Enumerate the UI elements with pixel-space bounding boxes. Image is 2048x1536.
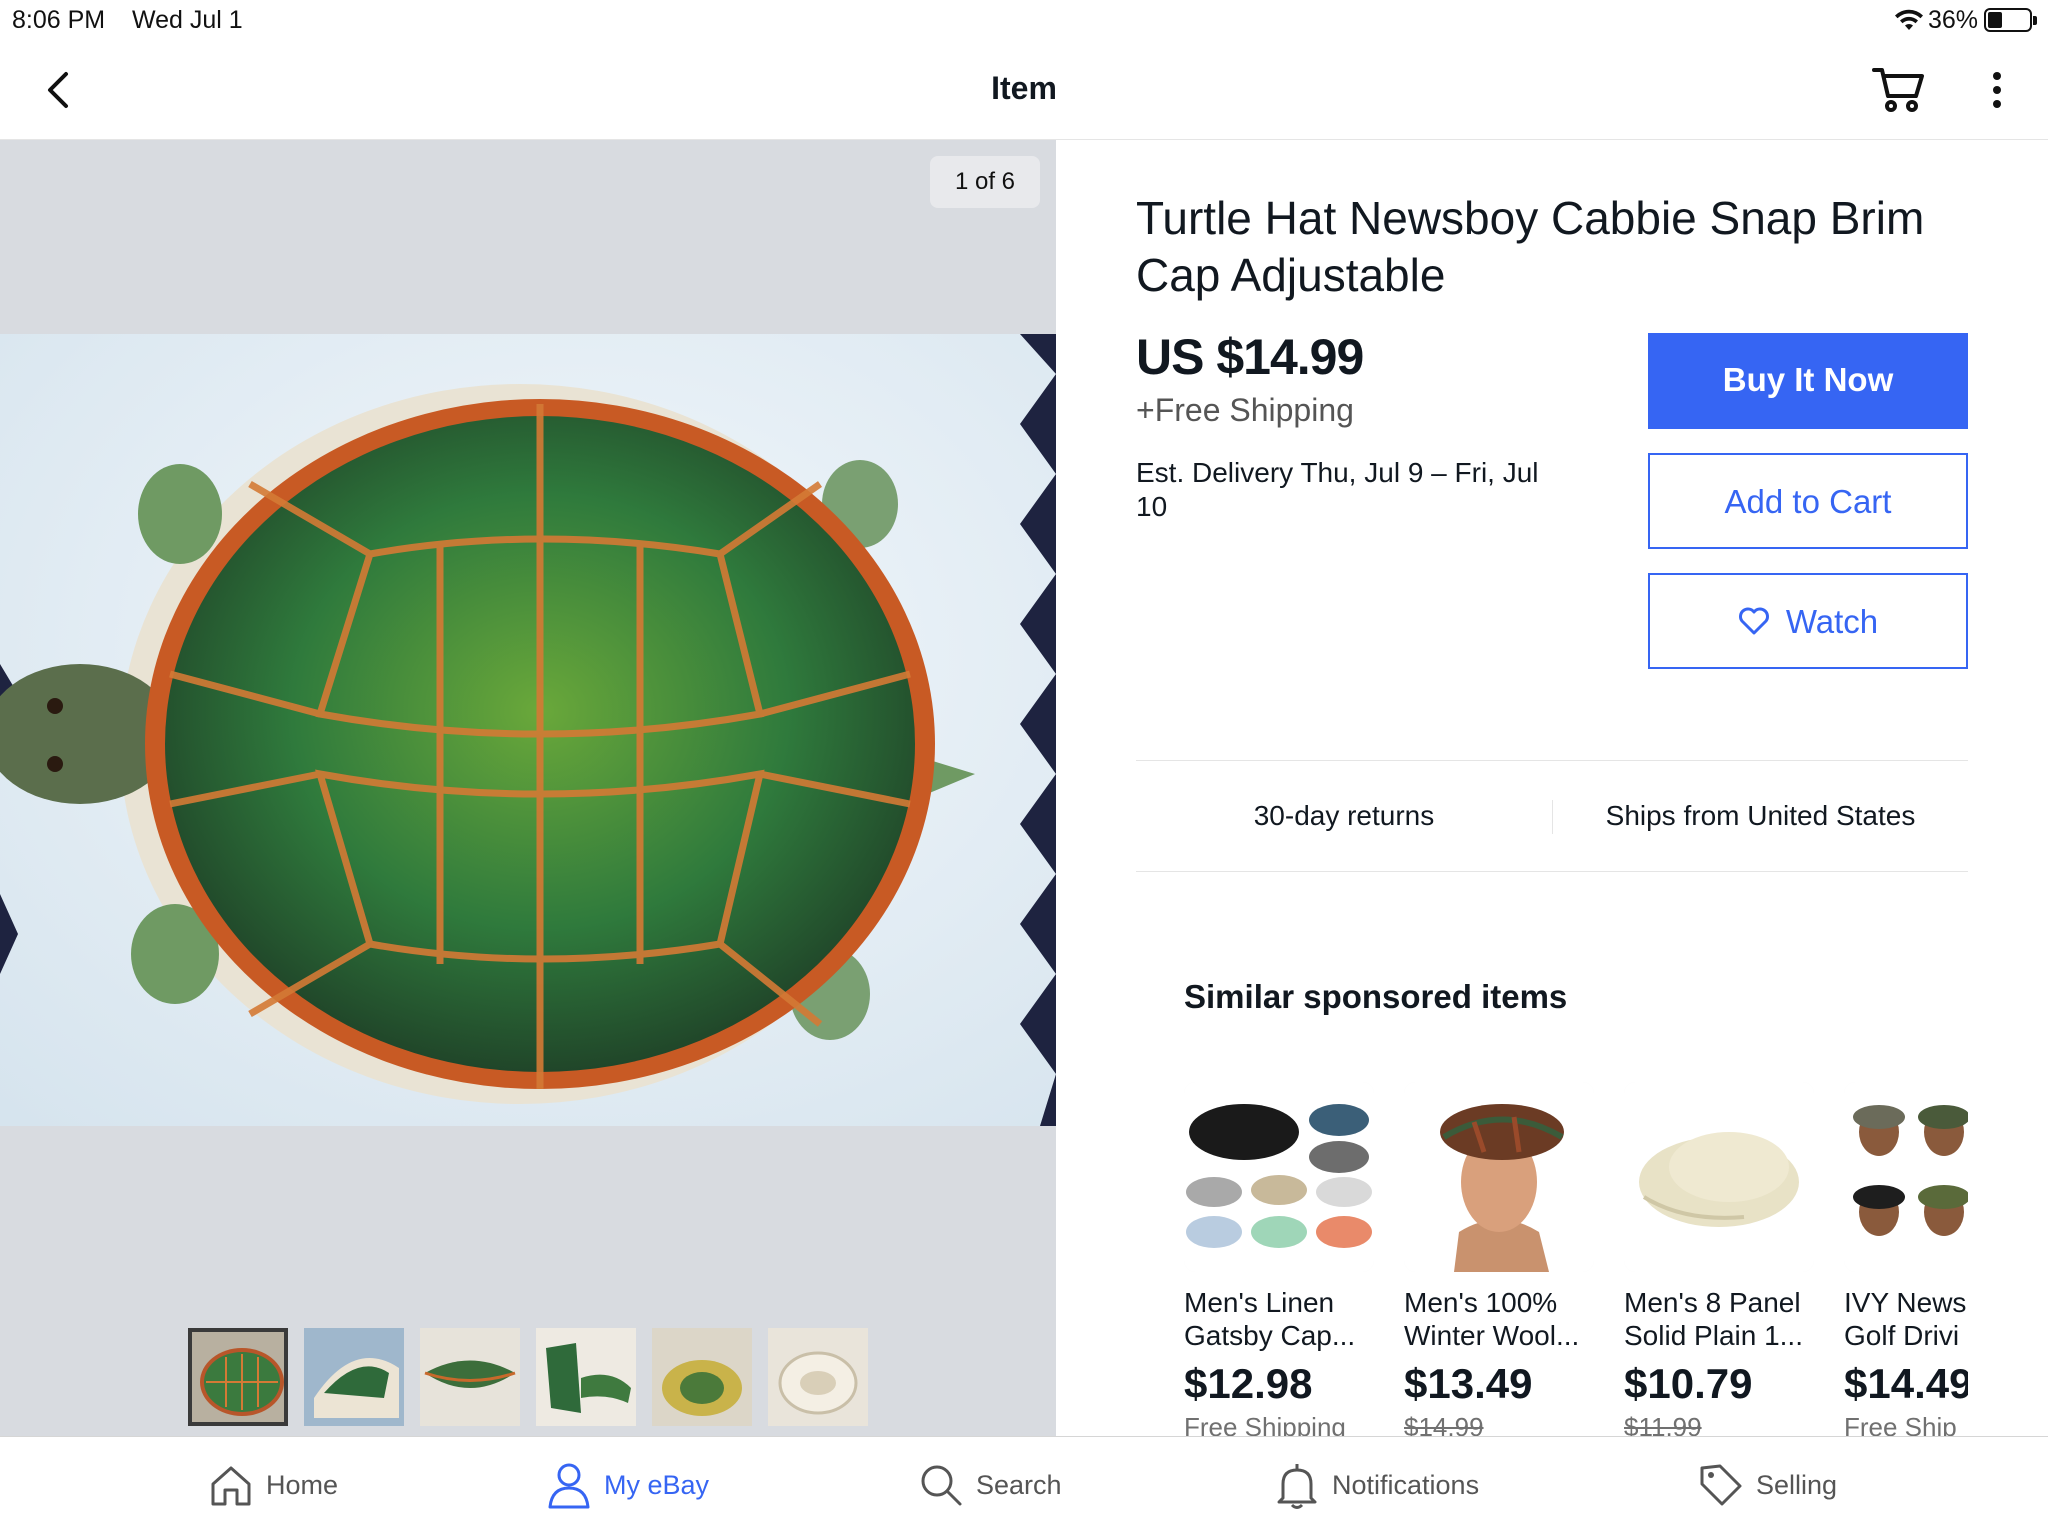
cart-icon[interactable] — [1870, 62, 1926, 116]
wifi-icon — [1895, 9, 1923, 30]
divider — [1136, 760, 1968, 761]
estimated-delivery: Est. Delivery Thu, Jul 9 – Fri, Jul 10 — [1136, 456, 1556, 524]
similar-item-title: Men's Linen — [1184, 1287, 1335, 1318]
thumbnail-3[interactable] — [420, 1328, 520, 1426]
item-details: Turtle Hat Newsboy Cabbie Snap Brim Cap … — [1056, 140, 2048, 1436]
more-options-icon[interactable] — [1982, 66, 2012, 114]
status-bar: 8:06 PM Wed Jul 1 36% — [0, 0, 2048, 40]
similar-item-shipping: Free Ship — [1844, 1412, 1957, 1436]
main-product-image[interactable] — [0, 334, 1056, 1126]
image-counter: 1 of 6 — [930, 156, 1040, 208]
similar-item-image — [1624, 1082, 1814, 1272]
battery-icon — [1984, 8, 2037, 32]
tag-icon — [1700, 1464, 1742, 1506]
similar-item-title: Gatsby Cap... — [1184, 1320, 1356, 1351]
thumbnail-4[interactable] — [536, 1328, 636, 1426]
shipping-info: +Free Shipping — [1136, 392, 1354, 428]
back-chevron-icon[interactable] — [38, 64, 82, 116]
home-icon — [211, 1466, 251, 1506]
search-icon — [921, 1465, 962, 1506]
page-title: Item — [991, 70, 1057, 106]
ships-from[interactable]: Ships from United States — [1553, 800, 1968, 832]
similar-item-image — [1404, 1082, 1594, 1272]
similar-item-card[interactable]: Men's Linen Gatsby Cap... $12.98 Free Sh… — [1184, 1082, 1374, 1436]
similar-item-title: Solid Plain 1... — [1624, 1320, 1803, 1351]
tab-bar: Home My eBay Search Notifications Sellin… — [0, 1436, 2048, 1536]
tab-home-label: Home — [266, 1469, 339, 1500]
similar-item-image — [1184, 1082, 1374, 1272]
tab-my-ebay[interactable]: My eBay — [546, 1459, 709, 1511]
similar-item-price: $13.49 — [1404, 1360, 1533, 1407]
similar-item-shipping: Free Shipping — [1184, 1412, 1346, 1436]
tab-search-label: Search — [976, 1469, 1062, 1500]
delivery-label: Est. Delivery — [1136, 457, 1294, 488]
similar-item-card[interactable]: IVY News Golf Drivi $14.49 Free Ship — [1844, 1082, 1968, 1436]
buy-it-now-button[interactable]: Buy It Now — [1648, 333, 1968, 429]
battery-percent: 36% — [1928, 6, 1979, 34]
status-time: 8:06 PM — [12, 6, 106, 34]
person-icon — [548, 1463, 590, 1509]
similar-item-title: Men's 100% — [1404, 1287, 1558, 1318]
similar-item-card[interactable]: Men's 8 Panel Solid Plain 1... $10.79 $1… — [1624, 1082, 1814, 1436]
similar-item-title: Golf Drivi — [1844, 1320, 1960, 1351]
returns-policy[interactable]: 30-day returns — [1136, 800, 1552, 832]
tab-selling-label: Selling — [1756, 1469, 1838, 1500]
similar-item-price: $10.79 — [1624, 1360, 1753, 1407]
similar-item-image — [1844, 1082, 1968, 1272]
similar-item-title: IVY News — [1844, 1287, 1967, 1318]
tab-selling[interactable]: Selling — [1698, 1459, 1837, 1511]
similar-items-carousel[interactable]: Men's Linen Gatsby Cap... $12.98 Free Sh… — [1184, 1082, 1968, 1436]
watch-label: Watch — [1785, 603, 1879, 640]
similar-item-price: $12.98 — [1184, 1360, 1313, 1407]
thumbnail-1[interactable] — [188, 1328, 288, 1426]
heart-icon — [1738, 607, 1769, 635]
tab-my-ebay-label: My eBay — [604, 1469, 710, 1500]
thumbnail-2[interactable] — [304, 1328, 404, 1426]
tab-notifications-label: Notifications — [1332, 1469, 1480, 1500]
similar-item-title: Men's 8 Panel — [1624, 1287, 1801, 1318]
thumbnail-6[interactable] — [768, 1328, 868, 1426]
image-gallery[interactable]: 1 of 6 — [0, 140, 1056, 1436]
tab-home[interactable]: Home — [208, 1459, 338, 1511]
similar-item-title: Winter Wool... — [1404, 1320, 1580, 1351]
status-date: Wed Jul 1 — [132, 6, 243, 34]
similar-item-price: $14.49 — [1844, 1360, 1968, 1407]
item-title: Turtle Hat Newsboy Cabbie Snap Brim Cap … — [1136, 192, 1925, 301]
similar-item-original-price: $11.99 — [1624, 1412, 1702, 1436]
tab-search[interactable]: Search — [918, 1459, 1062, 1511]
item-price: US $14.99 — [1136, 329, 1364, 385]
nav-bar: Item — [0, 40, 2048, 140]
watch-button[interactable]: Watch — [1648, 573, 1968, 669]
similar-item-card[interactable]: Men's 100% Winter Wool... $13.49 $14.99 — [1404, 1082, 1594, 1436]
add-to-cart-button[interactable]: Add to Cart — [1648, 453, 1968, 549]
thumbnail-5[interactable] — [652, 1328, 752, 1426]
similar-items-heading: Similar sponsored items — [1184, 978, 1568, 1015]
bell-icon — [1277, 1464, 1317, 1509]
tab-notifications[interactable]: Notifications — [1274, 1459, 1479, 1511]
similar-item-original-price: $14.99 — [1404, 1412, 1484, 1436]
divider — [1136, 871, 1968, 872]
